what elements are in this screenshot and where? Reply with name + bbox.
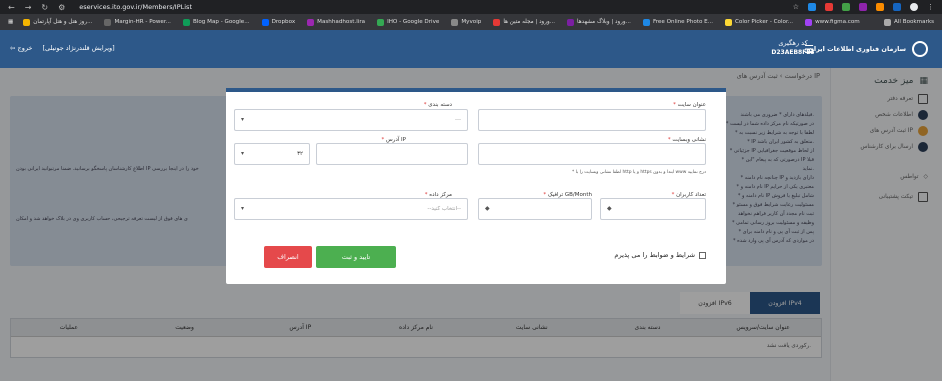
extension-icon[interactable] — [825, 3, 833, 11]
all-bookmarks[interactable]: All Bookmarks — [884, 18, 934, 26]
edit-company-link[interactable]: [ویرایش قلندرنژاد جونیلی] — [42, 44, 114, 52]
url-hint: * لطفا نشانی وبسایت را با http و یا http… — [572, 170, 706, 175]
cancel-button[interactable]: انصراف — [264, 246, 312, 268]
extension-icon[interactable] — [876, 3, 884, 11]
browser-toolbar: ← → ↻ ⚙ eservices.ito.gov.ir/Members/IPL… — [0, 0, 942, 14]
dropdown-arrow-icon: ▾ — [241, 116, 245, 123]
dropdown-arrow-icon: ▾ — [241, 205, 245, 212]
extension-icon[interactable] — [808, 3, 816, 11]
reload-icon[interactable]: ↻ — [41, 3, 48, 12]
app-header: سازمان فناوری اطلاعات ایران ☰ کد رهگیری … — [0, 30, 942, 68]
agree-terms[interactable]: شرایط و ضوابط را می پذیرم — [614, 251, 706, 259]
users-input[interactable]: ◆ — [600, 198, 706, 220]
bookmarks-bar: ▦ روز هتل و هتل آپارتمان... Margin-HR - … — [0, 14, 942, 30]
site-url-input[interactable] — [478, 143, 706, 165]
bookmark[interactable]: Free Online Photo E... — [642, 18, 713, 26]
bookmark[interactable]: Mashhadhost.lira — [307, 18, 365, 26]
user-label: کد رهگیری — [778, 39, 808, 47]
bookmark[interactable]: ورود | وبلاگ مشهدها... — [567, 18, 631, 26]
submit-button[interactable]: تایید و ثبت — [316, 246, 396, 268]
extension-icon[interactable] — [893, 3, 901, 11]
bookmark[interactable]: Blog Map - Google... — [182, 18, 250, 26]
bookmark[interactable]: Dropbox — [261, 18, 295, 26]
bookmark[interactable]: روز هتل و هتل آپارتمان... — [23, 18, 92, 26]
agree-checkbox[interactable] — [699, 251, 706, 259]
category-label: * دسته بندی — [423, 102, 452, 108]
modal-topbar — [226, 88, 726, 92]
datacenter-select[interactable]: --انتخاب کنید-- ▾ — [234, 198, 468, 220]
bookmark[interactable]: Myvoip — [451, 18, 481, 26]
add-ip-modal: * عنوان سایت * دسته بندی --- ▾ * نشانی و… — [226, 88, 726, 284]
agree-text: شرایط و ضوابط را می پذیرم — [614, 251, 695, 259]
app-root: ← → ↻ ⚙ eservices.ito.gov.ir/Members/IPL… — [0, 0, 942, 381]
header-actions: ⇦ خروج [ویرایش قلندرنژاد جونیلی] — [10, 44, 115, 52]
site-title-input[interactable] — [478, 109, 706, 131]
bookmark[interactable]: Color Picker - Color... — [725, 18, 793, 26]
user-code: D23AEB8FE3 — [771, 49, 815, 56]
extensions: ☆ ⋮ — [793, 3, 942, 11]
back-icon[interactable]: ← — [8, 3, 15, 12]
browser-nav: ← → ↻ ⚙ — [0, 3, 65, 12]
ip-prefix-select[interactable]: ۳۲ ▾ — [234, 143, 310, 165]
address-bar[interactable]: eservices.ito.gov.ir/Members/IPList — [79, 3, 192, 11]
ip-input[interactable] — [316, 143, 468, 165]
star-icon[interactable]: ☆ — [793, 3, 799, 11]
ip-prefix-value: ۳۲ — [297, 151, 303, 157]
brand-logo-icon — [912, 41, 928, 57]
traffic-input[interactable]: ◆ — [478, 198, 592, 220]
bookmark[interactable]: IHO - Google Drive — [377, 18, 439, 26]
site-title-label: * عنوان سایت — [673, 102, 706, 108]
bookmark[interactable]: Margin-HR - Power... — [104, 18, 171, 26]
dropdown-arrow-icon: ▾ — [241, 150, 245, 157]
spinner-icon: ◆ — [485, 205, 490, 212]
site-info-icon[interactable]: ⚙ — [58, 3, 65, 12]
category-placeholder: --- — [455, 117, 461, 123]
extension-icon[interactable] — [859, 3, 867, 11]
bookmark[interactable]: www.figma.com — [805, 18, 860, 26]
profile-icon[interactable] — [910, 3, 918, 11]
apps-icon[interactable]: ▦ — [8, 19, 13, 25]
logout-button[interactable]: ⇦ خروج — [10, 44, 32, 52]
extension-icon[interactable] — [842, 3, 850, 11]
category-select[interactable]: --- ▾ — [234, 109, 468, 131]
user-box: کد رهگیری D23AEB8FE3 — [758, 38, 828, 58]
bookmark[interactable]: ورود | مجله متین ها... — [493, 18, 555, 26]
menu-icon[interactable]: ⋮ — [927, 3, 934, 11]
datacenter-placeholder: --انتخاب کنید-- — [427, 206, 461, 212]
spinner-icon: ◆ — [607, 205, 612, 212]
forward-icon[interactable]: → — [25, 3, 32, 12]
